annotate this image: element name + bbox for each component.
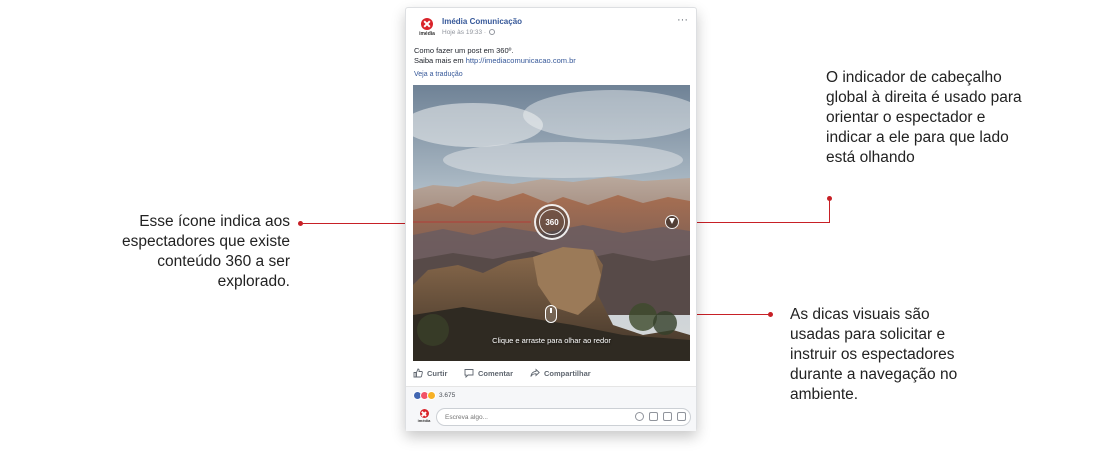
more-options-button[interactable]: ··· — [677, 14, 688, 26]
post-text-line2: Saiba mais em http://imediacomunicacao.c… — [414, 56, 576, 66]
post-link[interactable]: http://imediacomunicacao.com.br — [466, 56, 576, 65]
share-arrow-icon — [530, 368, 540, 377]
mouse-drag-icon — [545, 305, 557, 323]
share-button[interactable]: Compartilhar — [530, 368, 591, 378]
commenter-avatar: imédia — [416, 409, 432, 426]
facebook-post-card: imédia Imédia Comunicação Hoje às 19:33 … — [405, 7, 697, 431]
drag-hint-text: Clique e arraste para olhar ao redor — [492, 336, 611, 345]
avatar-brand-text: imédia — [419, 31, 435, 37]
annotation-heading-indicator: O indicador de cabeçalho global à direit… — [826, 69, 1022, 166]
post-text-line1: Como fazer um post em 360º. — [414, 46, 514, 55]
speech-bubble-icon — [464, 369, 474, 378]
sticker-icon[interactable] — [677, 412, 686, 421]
comment-label: Comentar — [478, 368, 514, 378]
comment-tools — [635, 412, 686, 421]
post-timestamp[interactable]: Hoje às 19:33 · — [442, 29, 495, 36]
emoji-icon[interactable] — [635, 412, 644, 421]
commenter-brand-text: imédia — [417, 418, 431, 423]
camera-icon[interactable] — [649, 412, 658, 421]
360-badge-label: 360 — [539, 209, 565, 235]
comment-composer: imédia — [406, 404, 696, 431]
post-text: Como fazer um post em 360º. Saiba mais e… — [414, 46, 576, 66]
page-avatar[interactable]: imédia — [416, 17, 438, 41]
leader-line-top-right-v — [829, 198, 830, 222]
post-header: imédia Imédia Comunicação Hoje às 19:33 … — [414, 14, 688, 42]
thumbs-up-icon — [413, 368, 423, 378]
imedia-logo-icon — [421, 18, 433, 30]
like-button[interactable]: Curtir — [413, 368, 447, 378]
globe-icon — [488, 29, 495, 35]
wow-reaction-icon — [427, 391, 436, 400]
annotation-360-icon: Esse ícone indica aos espectadores que e… — [121, 213, 290, 290]
annotation-visual-hints: As dicas visuais são usadas para solicit… — [790, 306, 958, 403]
360-badge[interactable]: 360 — [534, 204, 570, 240]
360-photo-viewer[interactable]: 360 Clique e arraste para olhar ao redor — [413, 85, 690, 361]
comment-button[interactable]: Comentar — [464, 368, 513, 378]
imedia-logo-icon — [419, 409, 429, 418]
leader-line-top-right-h — [693, 222, 830, 223]
reactions-bar: 3.675 — [406, 386, 696, 404]
gif-icon[interactable] — [663, 412, 672, 421]
like-label: Curtir — [427, 368, 448, 378]
post-actions: Curtir Comentar Compartilhar — [413, 366, 690, 382]
reactions-summary[interactable]: 3.675 — [413, 391, 455, 400]
post-text-prefix: Saiba mais em — [414, 56, 466, 65]
post-time-text: Hoje às 19:33 · — [442, 29, 488, 36]
compass-heading-icon[interactable] — [665, 215, 679, 229]
share-label: Compartilhar — [544, 368, 591, 378]
page-name-link[interactable]: Imédia Comunicação — [442, 17, 522, 26]
see-translation-link[interactable]: Veja a tradução — [414, 71, 463, 78]
reaction-count: 3.675 — [439, 392, 456, 399]
